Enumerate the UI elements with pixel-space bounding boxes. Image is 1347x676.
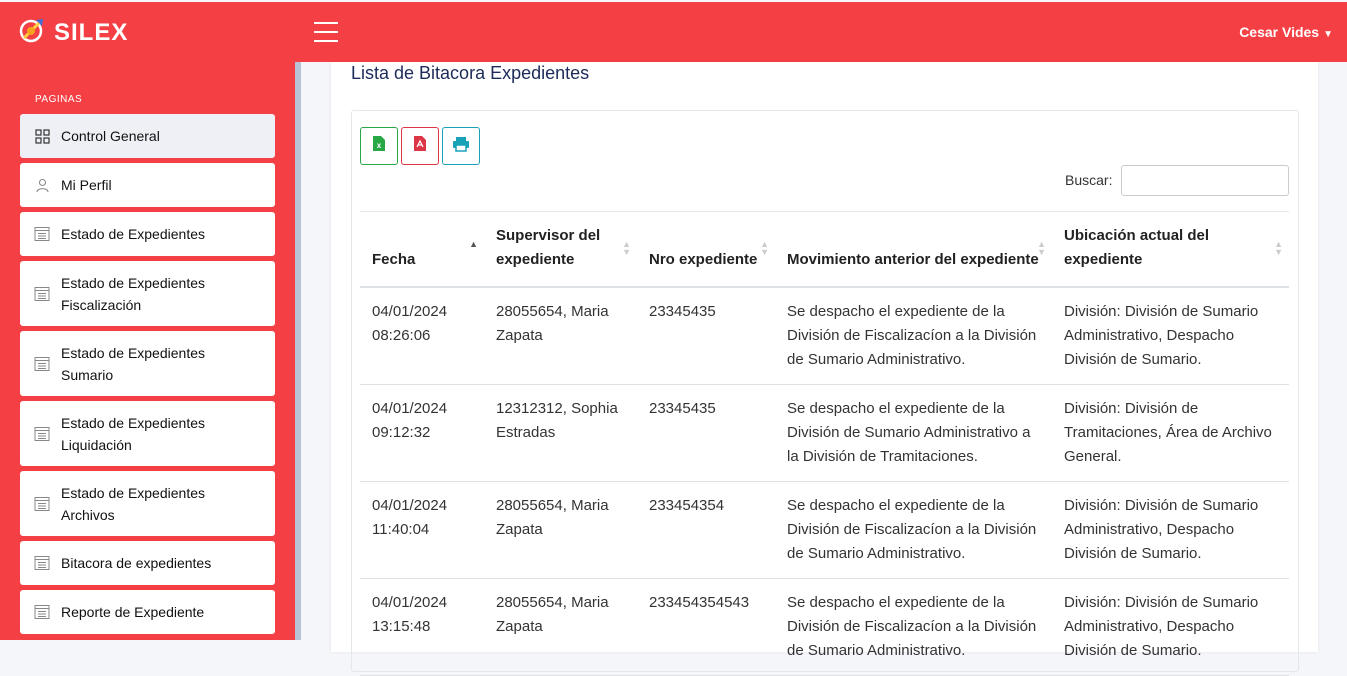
cell-fecha: 04/01/2024 11:40:04 xyxy=(360,481,484,579)
caret-down-icon: ▼ xyxy=(1323,29,1333,40)
cell-fecha: 04/01/2024 13:15:48 xyxy=(360,578,484,676)
list-icon xyxy=(34,286,50,302)
logo-icon xyxy=(18,16,46,49)
list-icon xyxy=(34,426,50,442)
sidebar-item-label: Reporte de Expediente xyxy=(61,604,205,620)
column-header-label: Supervisor del expediente xyxy=(496,227,601,268)
print-button[interactable] xyxy=(442,127,480,165)
cell-nro: 23345435 xyxy=(637,287,775,385)
printer-icon xyxy=(452,136,470,157)
sidebar-item-label: Estado de Expedientes Fiscalización xyxy=(61,274,205,313)
hamburger-line xyxy=(314,31,338,33)
column-header-label: Fecha xyxy=(372,251,416,268)
sidebar-item-label: Bitacora de expedientes xyxy=(61,555,212,571)
excel-icon: x xyxy=(372,135,386,157)
search-input[interactable] xyxy=(1121,165,1289,196)
sidebar-item-control-general[interactable]: Control General xyxy=(20,114,275,158)
sidebar-scrollbar[interactable] xyxy=(295,62,301,640)
column-header-label: Movimiento anterior del expediente xyxy=(787,251,1039,268)
user-name: Cesar Vides xyxy=(1239,24,1320,40)
page-title: Lista de Bitacora Expedientes xyxy=(351,63,590,83)
brand-logo[interactable]: SILEX xyxy=(18,16,128,49)
menu-toggle-button[interactable] xyxy=(314,22,338,42)
sort-icon: ▲ ▼ xyxy=(760,239,769,257)
sort-icon: ▲ ▼ xyxy=(1037,239,1046,257)
sidebar-item-estado-fiscalizacion[interactable]: Estado de Expedientes Fiscalización xyxy=(20,261,275,326)
cell-fecha: 04/01/2024 08:26:06 xyxy=(360,287,484,385)
column-header-fecha[interactable]: Fecha ▲ xyxy=(360,211,484,288)
cell-supervisor: 28055654, Maria Zapata xyxy=(484,287,637,385)
table-row: 04/01/2024 13:15:48 28055654, Maria Zapa… xyxy=(360,578,1289,676)
hamburger-line xyxy=(314,40,338,42)
table-row: 04/01/2024 11:40:04 28055654, Maria Zapa… xyxy=(360,481,1289,579)
sidebar-item-label: Estado de Expedientes xyxy=(61,226,205,242)
top-navbar: SILEX Cesar Vides ▼ xyxy=(0,0,1347,62)
sort-icon: ▲ ▼ xyxy=(622,239,631,257)
grid-icon xyxy=(34,128,50,144)
sidebar-item-estado-archivos[interactable]: Estado de Expedientes Archivos xyxy=(20,471,275,536)
sidebar-item-label: Mi Perfil xyxy=(61,177,112,193)
list-icon xyxy=(34,555,50,571)
column-header-label: Ubicación actual del expediente xyxy=(1064,227,1210,268)
table-row: 04/01/2024 09:12:32 12312312, Sophia Est… xyxy=(360,384,1289,482)
pdf-icon xyxy=(413,135,427,157)
cell-movimiento: Se despacho el expediente de la División… xyxy=(775,384,1052,482)
cell-ubicacion: División: División de Sumario Administra… xyxy=(1052,481,1289,579)
hamburger-icon xyxy=(314,22,338,24)
list-icon xyxy=(34,604,50,620)
table-card: x Buscar: Fecha ▲ Supervisor del expedie… xyxy=(351,110,1299,676)
svg-text:x: x xyxy=(377,141,382,150)
cell-ubicacion: División: División de Sumario Administra… xyxy=(1052,287,1289,385)
sidebar-item-mi-perfil[interactable]: Mi Perfil xyxy=(20,163,275,207)
sidebar-item-label: Estado de Expedientes Liquidación xyxy=(61,414,205,453)
excel-export-button[interactable]: x xyxy=(360,127,398,165)
column-header-nro[interactable]: Nro expediente ▲ ▼ xyxy=(637,211,775,288)
sidebar: PAGINAS Control General Mi Perfil Estado… xyxy=(0,62,295,640)
user-menu[interactable]: Cesar Vides ▼ xyxy=(1239,24,1333,40)
cell-ubicacion: División: División de Tramitaciones, Áre… xyxy=(1052,384,1289,482)
sidebar-item-estado-liquidacion[interactable]: Estado de Expedientes Liquidación xyxy=(20,401,275,466)
cell-nro: 233454354543 xyxy=(637,578,775,676)
column-header-label: Nro expediente xyxy=(649,251,758,268)
cell-nro: 23345435 xyxy=(637,384,775,482)
cell-supervisor: 28055654, Maria Zapata xyxy=(484,481,637,579)
cell-movimiento: Se despacho el expediente de la División… xyxy=(775,287,1052,385)
column-header-ubicacion[interactable]: Ubicación actual del expediente ▲ ▼ xyxy=(1052,211,1289,288)
search-label: Buscar: xyxy=(1065,172,1113,188)
cell-ubicacion: División: División de Sumario Administra… xyxy=(1052,578,1289,676)
sort-asc-icon: ▲ xyxy=(469,239,478,249)
table-row: 04/01/2024 08:26:06 28055654, Maria Zapa… xyxy=(360,287,1289,385)
list-icon xyxy=(34,496,50,512)
column-header-movimiento[interactable]: Movimiento anterior del expediente ▲ ▼ xyxy=(775,211,1052,288)
sidebar-item-bitacora[interactable]: Bitacora de expedientes xyxy=(20,541,275,585)
cell-movimiento: Se despacho el expediente de la División… xyxy=(775,481,1052,579)
sidebar-item-estado-expedientes[interactable]: Estado de Expedientes xyxy=(20,212,275,256)
sidebar-item-label: Estado de Expedientes Archivos xyxy=(61,484,205,523)
sort-icon: ▲ ▼ xyxy=(1274,239,1283,257)
sidebar-item-estado-sumario[interactable]: Estado de Expedientes Sumario xyxy=(20,331,275,396)
cell-movimiento: Se despacho el expediente de la División… xyxy=(775,578,1052,676)
main-content-card: Lista de Bitacora Expedientes x Buscar: … xyxy=(331,62,1318,676)
sidebar-section-label: PAGINAS xyxy=(35,94,83,105)
cell-nro: 233454354 xyxy=(637,481,775,579)
table-header-row: Fecha ▲ Supervisor del expediente ▲ ▼ Nro… xyxy=(360,211,1289,288)
cell-supervisor: 28055654, Maria Zapata xyxy=(484,578,637,676)
list-icon xyxy=(34,226,50,242)
brand-name: SILEX xyxy=(54,18,129,46)
sidebar-item-label: Control General xyxy=(61,128,160,144)
cell-supervisor: 12312312, Sophia Estradas xyxy=(484,384,637,482)
sidebar-item-reporte[interactable]: Reporte de Expediente xyxy=(20,590,275,634)
bitacora-table: Fecha ▲ Supervisor del expediente ▲ ▼ Nro… xyxy=(360,211,1289,676)
cell-fecha: 04/01/2024 09:12:32 xyxy=(360,384,484,482)
column-header-supervisor[interactable]: Supervisor del expediente ▲ ▼ xyxy=(484,211,637,288)
sidebar-item-label: Estado de Expedientes Sumario xyxy=(61,344,205,383)
user-icon xyxy=(34,177,50,193)
pdf-export-button[interactable] xyxy=(401,127,439,165)
list-icon xyxy=(34,356,50,372)
